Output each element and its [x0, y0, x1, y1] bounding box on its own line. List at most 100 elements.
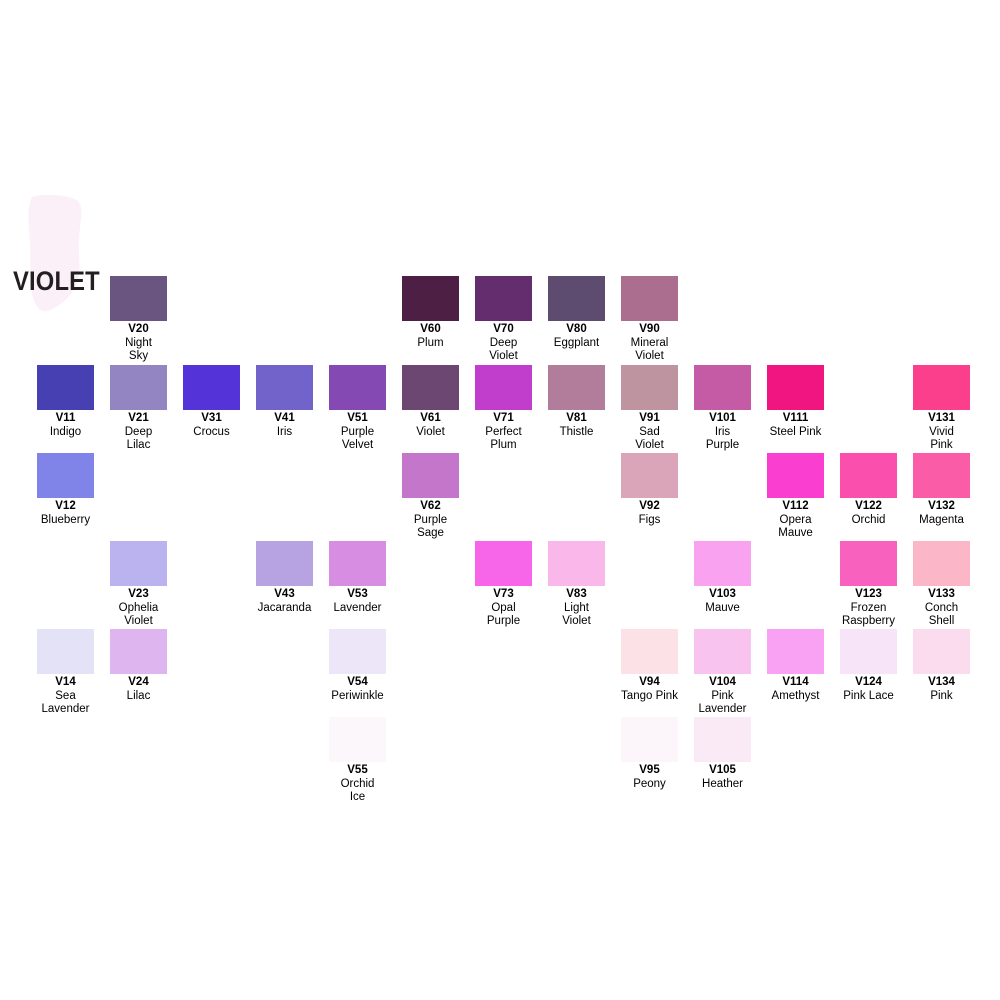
swatch-cell[interactable]: V71 Perfect Plum: [475, 365, 532, 453]
swatch-name: Steel Pink: [769, 425, 822, 438]
swatch-color-chip[interactable]: [110, 629, 167, 674]
swatch-color-chip[interactable]: [256, 365, 313, 410]
swatch-color-chip[interactable]: [913, 453, 970, 498]
swatch-cell[interactable]: V54 Periwinkle: [329, 629, 386, 703]
swatch-cell[interactable]: V55 Orchid Ice: [329, 717, 386, 805]
swatch-cell[interactable]: V24 Lilac: [110, 629, 167, 703]
swatch-color-chip[interactable]: [840, 541, 897, 586]
swatch-color-chip[interactable]: [475, 541, 532, 586]
swatch-cell[interactable]: V94 Tango Pink: [621, 629, 678, 703]
swatch-color-chip[interactable]: [840, 629, 897, 674]
swatch-cell[interactable]: V62 Purple Sage: [402, 453, 459, 541]
swatch-code: V54: [347, 676, 368, 688]
swatch-cell[interactable]: V41 Iris: [256, 365, 313, 439]
swatch-cell[interactable]: V104 Pink Lavender: [694, 629, 751, 717]
swatch-name: Night Sky: [125, 336, 152, 363]
swatch-color-chip[interactable]: [329, 629, 386, 674]
swatch-color-chip[interactable]: [402, 276, 459, 321]
swatch-name: Pink: [930, 689, 953, 702]
swatch-color-chip[interactable]: [621, 276, 678, 321]
swatch-color-chip[interactable]: [110, 276, 167, 321]
swatch-code: V103: [709, 588, 736, 600]
swatch-color-chip[interactable]: [767, 629, 824, 674]
swatch-color-chip[interactable]: [621, 717, 678, 762]
swatch-color-chip[interactable]: [694, 717, 751, 762]
swatch-color-chip[interactable]: [37, 365, 94, 410]
swatch-cell[interactable]: V14 Sea Lavender: [37, 629, 94, 717]
swatch-code: V12: [55, 500, 76, 512]
swatch-name: Indigo: [49, 425, 82, 438]
swatch-color-chip[interactable]: [402, 453, 459, 498]
swatch-cell[interactable]: V112 Opera Mauve: [767, 453, 824, 541]
swatch-cell[interactable]: V80 Eggplant: [548, 276, 605, 350]
swatch-cell[interactable]: V83 Light Violet: [548, 541, 605, 629]
swatch-cell[interactable]: V105 Heather: [694, 717, 751, 791]
swatch-color-chip[interactable]: [475, 276, 532, 321]
swatch-cell[interactable]: V92 Figs: [621, 453, 678, 527]
swatch-color-chip[interactable]: [694, 365, 751, 410]
swatch-cell[interactable]: V31 Crocus: [183, 365, 240, 439]
swatch-color-chip[interactable]: [256, 541, 313, 586]
swatch-cell[interactable]: V134 Pink: [913, 629, 970, 703]
swatch-name: Plum: [417, 336, 444, 349]
swatch-cell[interactable]: V12 Blueberry: [37, 453, 94, 527]
swatch-cell[interactable]: V81 Thistle: [548, 365, 605, 439]
swatch-name: Orchid: [851, 513, 886, 526]
swatch-color-chip[interactable]: [329, 541, 386, 586]
swatch-color-chip[interactable]: [475, 365, 532, 410]
swatch-color-chip[interactable]: [110, 541, 167, 586]
swatch-cell[interactable]: V60 Plum: [402, 276, 459, 350]
swatch-color-chip[interactable]: [548, 365, 605, 410]
swatch-color-chip[interactable]: [548, 541, 605, 586]
swatch-color-chip[interactable]: [183, 365, 240, 410]
swatch-cell[interactable]: V122 Orchid: [840, 453, 897, 527]
swatch-color-chip[interactable]: [694, 629, 751, 674]
swatch-cell[interactable]: V20 Night Sky: [110, 276, 167, 364]
swatch-cell[interactable]: V103 Mauve: [694, 541, 751, 615]
swatch-color-chip[interactable]: [913, 629, 970, 674]
swatch-color-chip[interactable]: [913, 365, 970, 410]
swatch-cell[interactable]: V114 Amethyst: [767, 629, 824, 703]
swatch-cell[interactable]: V95 Peony: [621, 717, 678, 791]
swatch-cell[interactable]: V53 Lavender: [329, 541, 386, 615]
swatch-color-chip[interactable]: [913, 541, 970, 586]
swatch-cell[interactable]: V132 Magenta: [913, 453, 970, 527]
swatch-color-chip[interactable]: [621, 365, 678, 410]
swatch-cell[interactable]: V43 Jacaranda: [256, 541, 313, 615]
swatch-color-chip[interactable]: [694, 541, 751, 586]
swatch-code: V80: [566, 323, 587, 335]
swatch-color-chip[interactable]: [840, 453, 897, 498]
swatch-cell[interactable]: V131 Vivid Pink: [913, 365, 970, 453]
swatch-color-chip[interactable]: [621, 629, 678, 674]
swatch-cell[interactable]: V70 Deep Violet: [475, 276, 532, 364]
swatch-cell[interactable]: V11 Indigo: [37, 365, 94, 439]
swatch-color-chip[interactable]: [329, 365, 386, 410]
swatch-color-chip[interactable]: [621, 453, 678, 498]
swatch-cell[interactable]: V21 Deep Lilac: [110, 365, 167, 453]
swatch-cell[interactable]: V90 Mineral Violet: [621, 276, 678, 364]
swatch-color-chip[interactable]: [110, 365, 167, 410]
swatch-color-chip[interactable]: [37, 453, 94, 498]
swatch-cell[interactable]: V101 Iris Purple: [694, 365, 751, 453]
swatch-color-chip[interactable]: [767, 365, 824, 410]
swatch-code: V132: [928, 500, 955, 512]
swatch-cell[interactable]: V111 Steel Pink: [767, 365, 824, 439]
swatch-code: V91: [639, 412, 660, 424]
swatch-cell[interactable]: V91 Sad Violet: [621, 365, 678, 453]
swatch-cell[interactable]: V124 Pink Lace: [840, 629, 897, 703]
swatch-color-chip[interactable]: [548, 276, 605, 321]
swatch-color-chip[interactable]: [402, 365, 459, 410]
swatch-color-chip[interactable]: [37, 629, 94, 674]
swatch-cell[interactable]: V133 Conch Shell: [913, 541, 970, 629]
swatch-cell[interactable]: V73 Opal Purple: [475, 541, 532, 629]
swatch-cell[interactable]: V51 Purple Velvet: [329, 365, 386, 453]
swatch-name: Iris: [276, 425, 293, 438]
swatch-cell[interactable]: V23 Ophelia Violet: [110, 541, 167, 629]
swatch-code: V133: [928, 588, 955, 600]
swatch-color-chip[interactable]: [329, 717, 386, 762]
swatch-cell[interactable]: V61 Violet: [402, 365, 459, 439]
swatch-code: V43: [274, 588, 295, 600]
swatch-cell[interactable]: V123 Frozen Raspberry: [840, 541, 897, 629]
swatch-code: V101: [709, 412, 736, 424]
swatch-color-chip[interactable]: [767, 453, 824, 498]
